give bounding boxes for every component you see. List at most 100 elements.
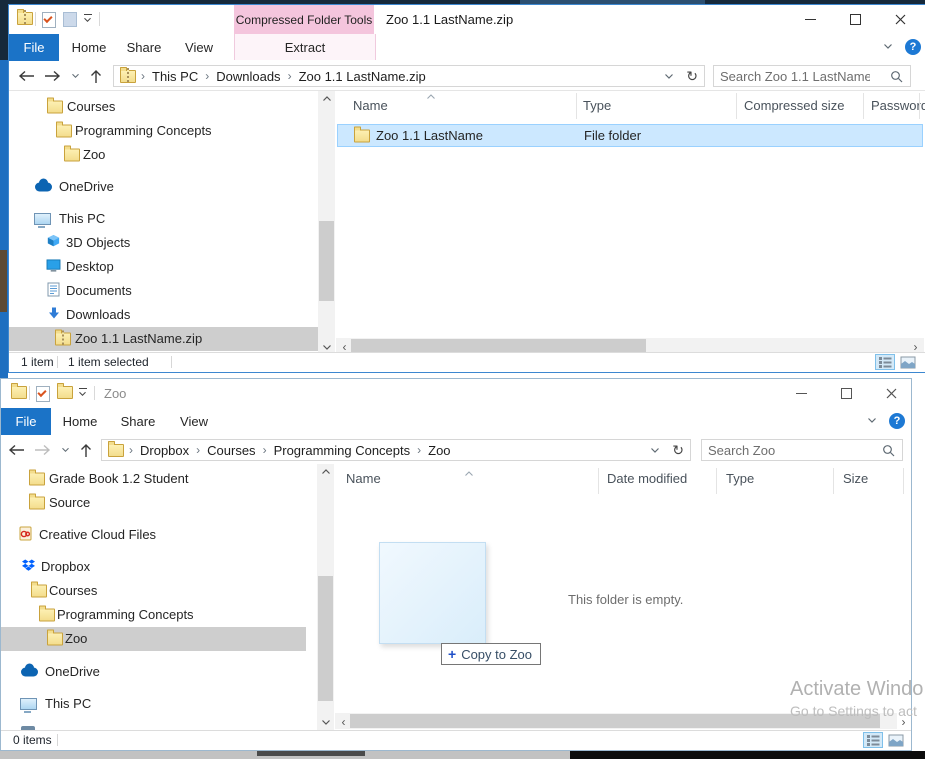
sidebar-item-this-pc[interactable]: This PC	[9, 207, 318, 231]
properties-check-icon[interactable]	[42, 12, 56, 28]
column-divider[interactable]	[903, 468, 904, 494]
list-hscrollbar-thumb[interactable]	[351, 339, 646, 353]
sidebar-item-zip-selected[interactable]: Zoo 1.1 LastName.zip	[9, 327, 318, 351]
recent-locations-icon[interactable]	[64, 67, 86, 85]
tree-scrollbar-thumb[interactable]	[319, 221, 334, 301]
sort-ascending-icon[interactable]	[463, 470, 475, 477]
qat-dropdown-icon[interactable]	[78, 388, 87, 397]
folder-icon[interactable]	[11, 386, 27, 399]
refresh-icon[interactable]: ↻	[672, 440, 684, 460]
sidebar-item-onedrive[interactable]: OneDrive	[9, 175, 318, 199]
refresh-icon[interactable]: ↻	[686, 66, 698, 86]
tab-home[interactable]: Home	[65, 34, 113, 61]
sidebar-item-programming-concepts[interactable]: Programming Concepts	[9, 119, 318, 143]
sort-ascending-icon[interactable]	[425, 93, 437, 100]
address-dropdown-icon[interactable]	[664, 66, 674, 86]
sidebar-item-courses[interactable]: Courses	[9, 95, 318, 119]
scroll-down-icon[interactable]	[317, 715, 334, 730]
breadcrumb-dropbox[interactable]: Dropbox	[140, 443, 189, 458]
zip-folder-icon[interactable]	[17, 12, 33, 25]
column-divider[interactable]	[736, 93, 737, 119]
sidebar-item-onedrive[interactable]: OneDrive	[1, 660, 306, 684]
search-box[interactable]	[713, 65, 911, 87]
qat-dropdown-icon[interactable]	[83, 14, 92, 23]
help-icon[interactable]: ?	[905, 39, 921, 55]
forward-icon[interactable]	[31, 441, 53, 459]
minimize-button[interactable]	[786, 379, 816, 408]
up-icon[interactable]	[75, 441, 97, 459]
column-header-compressed-size[interactable]: Compressed size	[744, 91, 844, 121]
breadcrumb-zip[interactable]: Zoo 1.1 LastName.zip	[299, 69, 426, 84]
breadcrumb-programming-concepts[interactable]: Programming Concepts	[274, 443, 411, 458]
column-header-name[interactable]: Name	[353, 91, 388, 121]
back-icon[interactable]	[5, 441, 27, 459]
address-bar[interactable]: › This PC › Downloads › Zoo 1.1 LastName…	[113, 65, 705, 87]
file-row-selected[interactable]: Zoo 1.1 LastName File folder	[337, 124, 923, 147]
ribbon-collapse-icon[interactable]	[867, 417, 877, 424]
minimize-button[interactable]	[795, 5, 825, 34]
sidebar-item-documents[interactable]: Documents	[9, 279, 318, 303]
recent-locations-icon[interactable]	[54, 441, 76, 459]
close-button[interactable]	[876, 379, 906, 408]
thumbnail-view-button[interactable]	[886, 732, 906, 748]
maximize-button[interactable]	[840, 5, 870, 34]
details-view-button[interactable]	[863, 732, 883, 748]
search-input[interactable]	[708, 443, 858, 458]
column-divider[interactable]	[863, 93, 864, 119]
search-box[interactable]	[701, 439, 903, 461]
tab-file[interactable]: File	[9, 34, 59, 61]
forward-icon[interactable]	[41, 67, 63, 85]
sidebar-item-creative-cloud-files[interactable]: Creative Cloud Files	[1, 523, 306, 547]
column-header-size[interactable]: Size	[843, 464, 868, 494]
search-input[interactable]	[720, 69, 870, 84]
sidebar-item-downloads[interactable]: Downloads	[9, 303, 318, 327]
sidebar-item-3d-objects[interactable]: 3D Objects	[9, 231, 318, 255]
tab-share[interactable]: Share	[113, 408, 163, 435]
scroll-up-icon[interactable]	[318, 91, 335, 106]
column-header-type[interactable]: Type	[583, 91, 611, 121]
close-button[interactable]	[885, 5, 915, 34]
sidebar-item-grade-book[interactable]: Grade Book 1.2 Student	[1, 467, 306, 491]
column-divider[interactable]	[598, 468, 599, 494]
thumbnail-view-button[interactable]	[898, 354, 918, 370]
tree-scrollbar-thumb[interactable]	[318, 576, 333, 701]
breadcrumb-downloads[interactable]: Downloads	[216, 69, 280, 84]
column-divider[interactable]	[576, 93, 577, 119]
breadcrumb-courses[interactable]: Courses	[207, 443, 255, 458]
tab-extract[interactable]: Extract	[234, 34, 376, 60]
tab-home[interactable]: Home	[56, 408, 104, 435]
address-dropdown-icon[interactable]	[650, 440, 660, 460]
contextual-tab-compressed-folder-tools[interactable]: Compressed Folder Tools	[234, 5, 374, 34]
tab-share[interactable]: Share	[119, 34, 169, 61]
sidebar-item-dropbox[interactable]: Dropbox	[1, 555, 306, 579]
column-divider[interactable]	[833, 468, 834, 494]
details-view-button[interactable]	[875, 354, 895, 370]
new-folder-icon[interactable]	[63, 12, 77, 27]
column-divider[interactable]	[716, 468, 717, 494]
sidebar-item-courses[interactable]: Courses	[1, 579, 306, 603]
column-header-date-modified[interactable]: Date modified	[607, 464, 687, 494]
breadcrumb-this-pc[interactable]: This PC	[152, 69, 198, 84]
help-icon[interactable]: ?	[889, 413, 905, 429]
properties-check-icon[interactable]	[36, 386, 50, 402]
tab-view[interactable]: View	[169, 408, 219, 435]
sidebar-item-zoo[interactable]: Zoo	[9, 143, 318, 167]
ribbon-collapse-icon[interactable]	[883, 43, 893, 50]
address-bar[interactable]: › Dropbox › Courses › Programming Concep…	[101, 439, 691, 461]
sidebar-item-desktop[interactable]: Desktop	[9, 255, 318, 279]
column-header-name[interactable]: Name	[346, 464, 381, 494]
breadcrumb-zoo[interactable]: Zoo	[428, 443, 450, 458]
sidebar-item-zoo-selected[interactable]: Zoo	[1, 627, 306, 651]
sidebar-item-source[interactable]: Source	[1, 491, 306, 515]
sidebar-item-this-pc[interactable]: This PC	[1, 692, 306, 716]
folder-icon[interactable]	[57, 386, 73, 399]
maximize-button[interactable]	[831, 379, 861, 408]
back-icon[interactable]	[15, 67, 37, 85]
column-header-password[interactable]: Password	[871, 91, 925, 121]
tab-view[interactable]: View	[175, 34, 223, 61]
scroll-up-icon[interactable]	[317, 464, 334, 479]
sidebar-item-programming-concepts[interactable]: Programming Concepts	[1, 603, 306, 627]
up-icon[interactable]	[85, 67, 107, 85]
column-divider[interactable]	[919, 93, 920, 119]
column-header-type[interactable]: Type	[726, 464, 754, 494]
